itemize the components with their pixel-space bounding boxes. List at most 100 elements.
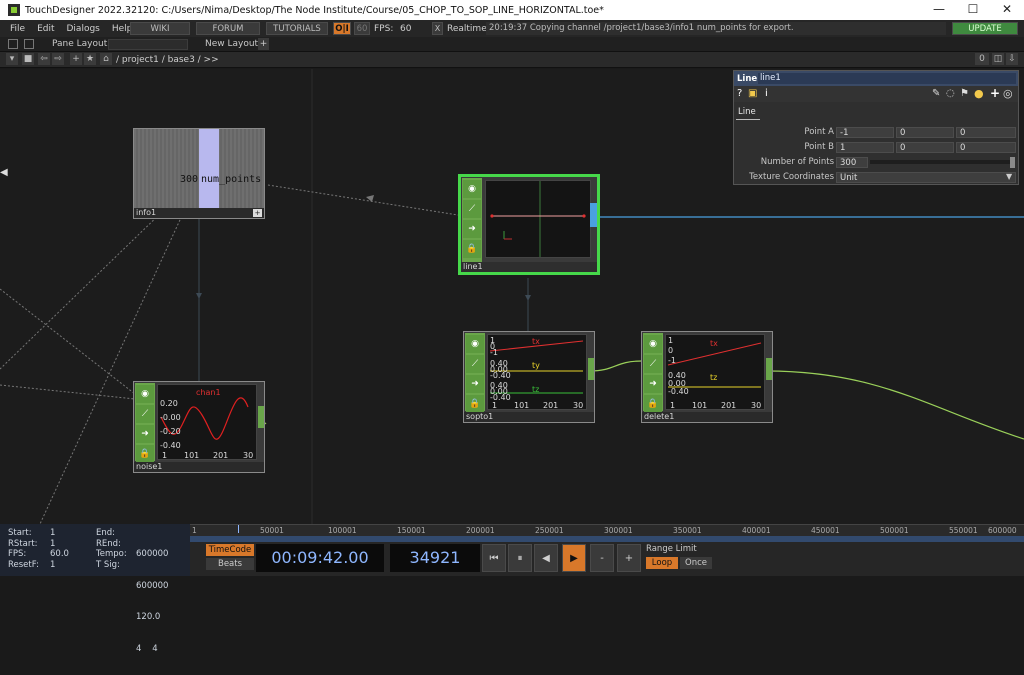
- point-b-x-field[interactable]: 1: [836, 142, 894, 153]
- python-help-icon[interactable]: ▣: [748, 88, 757, 99]
- line1-bypass-flag-icon[interactable]: ⟋: [463, 200, 481, 218]
- sopto1-lock-flag-icon[interactable]: 🔒: [466, 395, 484, 413]
- timecode-display[interactable]: 00:09:42.00: [256, 544, 384, 572]
- info1-node[interactable]: 300 num_points info1 +: [133, 128, 265, 219]
- line1-display-flag-icon[interactable]: ➜: [463, 220, 481, 238]
- texture-coordinates-dropdown[interactable]: Unit: [836, 172, 1016, 183]
- delete1-viewer-flag-icon[interactable]: ◉: [644, 335, 662, 353]
- playhead[interactable]: [238, 525, 239, 533]
- pane-split-icon[interactable]: ◫: [992, 53, 1004, 65]
- delete1-node[interactable]: ◉ ⟋ ➜ 🔒 tx tz 1 0 -1 0.40 0.00 -0.40 1 1…: [641, 331, 773, 423]
- noise1-display-flag-icon[interactable]: ➜: [136, 425, 154, 443]
- number-of-points-field[interactable]: 300: [836, 157, 868, 168]
- pane-layout-presets[interactable]: [108, 39, 188, 50]
- pane-expand-icon[interactable]: ⇩: [1006, 53, 1018, 65]
- start-value[interactable]: 1: [50, 528, 69, 539]
- performance-monitor-badge[interactable]: O|I: [333, 22, 351, 35]
- line1-output-connector[interactable]: [590, 203, 597, 227]
- point-a-x-field[interactable]: -1: [836, 127, 894, 138]
- menu-file[interactable]: File: [4, 24, 31, 34]
- collapse-arrow-icon[interactable]: ◀: [0, 167, 8, 183]
- beats-button[interactable]: Beats: [206, 558, 254, 570]
- number-of-points-slider[interactable]: [870, 160, 1010, 164]
- sopto1-node[interactable]: ◉ ⟋ ➜ 🔒 tx ty tz 1 0 -1 0.40 0.00 -0.40 …: [463, 331, 595, 423]
- timeline-ruler[interactable]: 1 50001 100001 150001 200001 250001 3000…: [190, 524, 1024, 542]
- pane-icon-b[interactable]: [24, 39, 34, 49]
- new-layout-plus-button[interactable]: +: [258, 38, 269, 50]
- noise1-viewer-flag-icon[interactable]: ◉: [136, 385, 154, 403]
- new-layout-button[interactable]: New Layout: [205, 39, 258, 49]
- play-button[interactable]: ▶: [562, 544, 586, 572]
- menu-dialogs[interactable]: Dialogs: [61, 24, 106, 34]
- number-of-points-slider-handle[interactable]: [1010, 157, 1015, 168]
- bookmark-icon[interactable]: ★: [84, 53, 96, 65]
- end-value[interactable]: 600000: [136, 549, 168, 560]
- network-path[interactable]: / project1 / base3 / >>: [116, 55, 219, 65]
- forward-icon[interactable]: ⇨: [52, 53, 64, 65]
- realtime-checkbox[interactable]: X: [432, 22, 443, 35]
- step-plus-button[interactable]: +: [617, 544, 641, 572]
- help-icon[interactable]: ?: [737, 88, 742, 99]
- noise1-node[interactable]: ◉ ⟋ ➜ 🔒 chan1 0.20 -0.00 -0.20 -0.40 1 1…: [133, 381, 265, 473]
- tutorials-button[interactable]: TUTORIALS: [266, 22, 328, 35]
- pause-button[interactable]: ⏸: [508, 544, 532, 572]
- loop-button[interactable]: Loop: [646, 557, 678, 569]
- delete1-lock-flag-icon[interactable]: 🔒: [644, 395, 662, 413]
- bookmark-param-icon[interactable]: ⚑: [960, 88, 969, 99]
- back-icon[interactable]: ⇦: [38, 53, 50, 65]
- point-a-z-field[interactable]: 0: [956, 127, 1016, 138]
- step-minus-button[interactable]: -: [590, 544, 614, 572]
- update-button[interactable]: UPDATE: [952, 22, 1018, 35]
- maximize-button[interactable]: ☐: [956, 0, 990, 20]
- noise1-label[interactable]: noise1: [134, 462, 264, 472]
- line1-node[interactable]: ◉ ⟋ ➜ 🔒 line1: [458, 174, 600, 275]
- sopto1-display-flag-icon[interactable]: ➜: [466, 375, 484, 393]
- rend-value[interactable]: 600000: [136, 581, 168, 592]
- forum-button[interactable]: FORUM: [196, 22, 260, 35]
- add-icon[interactable]: +: [70, 53, 82, 65]
- delete1-label[interactable]: delete1: [642, 412, 772, 422]
- sopto1-viewer-flag-icon[interactable]: ◉: [466, 335, 484, 353]
- info1-viewer-toggle-icon[interactable]: +: [253, 209, 262, 217]
- info1-label[interactable]: info1: [134, 208, 264, 218]
- point-b-y-field[interactable]: 0: [896, 142, 954, 153]
- noise1-output-connector[interactable]: [258, 406, 264, 428]
- step-back-button[interactable]: ◀: [534, 544, 558, 572]
- stop-icon[interactable]: ■: [22, 53, 34, 65]
- line1-label[interactable]: line1: [461, 262, 597, 272]
- info-icon[interactable]: i: [765, 88, 768, 99]
- menu-edit[interactable]: Edit: [31, 24, 60, 34]
- op-name-field[interactable]: line1: [758, 73, 1016, 84]
- edit-icon[interactable]: ✎: [932, 88, 940, 99]
- resetf-value[interactable]: 1: [50, 560, 69, 571]
- tsig-value[interactable]: 4 4: [136, 644, 168, 655]
- sopto1-bypass-flag-icon[interactable]: ⟋: [466, 355, 484, 373]
- delete1-bypass-flag-icon[interactable]: ⟋: [644, 355, 662, 373]
- frame-display[interactable]: 34921: [390, 544, 480, 572]
- delete1-output-connector[interactable]: [766, 358, 772, 380]
- home-icon[interactable]: ⌂: [100, 53, 112, 65]
- minimize-button[interactable]: —: [922, 0, 956, 20]
- tab-line[interactable]: Line: [738, 107, 756, 117]
- fps-setting-value[interactable]: 60.0: [50, 549, 69, 560]
- pane-menu-icon[interactable]: ▾: [6, 53, 18, 65]
- python-icon[interactable]: ●: [974, 87, 984, 100]
- line1-viewer-flag-icon[interactable]: ◉: [463, 180, 481, 198]
- sopto1-label[interactable]: sopto1: [464, 412, 594, 422]
- noise1-bypass-flag-icon[interactable]: ⟋: [136, 405, 154, 423]
- close-button[interactable]: ✕: [990, 0, 1024, 20]
- point-b-z-field[interactable]: 0: [956, 142, 1016, 153]
- add-param-icon[interactable]: +: [990, 86, 1000, 100]
- settings-icon[interactable]: ◎: [1003, 87, 1013, 100]
- timecode-button[interactable]: TimeCode: [206, 544, 254, 556]
- wiki-button[interactable]: WIKI: [130, 22, 190, 35]
- comment-icon[interactable]: ◌: [946, 88, 955, 99]
- pane-icon-a[interactable]: [8, 39, 18, 49]
- line1-lock-flag-icon[interactable]: 🔒: [463, 240, 481, 258]
- chevron-down-icon[interactable]: ▼: [1006, 172, 1012, 181]
- delete1-display-flag-icon[interactable]: ➜: [644, 375, 662, 393]
- point-a-y-field[interactable]: 0: [896, 127, 954, 138]
- once-button[interactable]: Once: [680, 557, 712, 569]
- tempo-value[interactable]: 120.0: [136, 612, 168, 623]
- sopto1-output-connector[interactable]: [588, 358, 594, 380]
